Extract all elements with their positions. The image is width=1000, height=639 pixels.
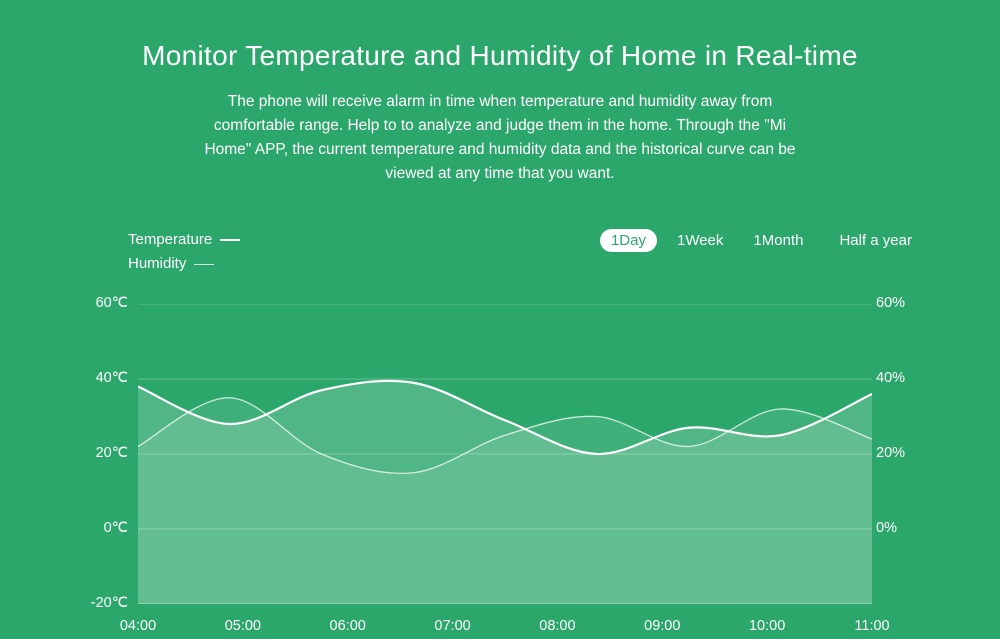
xaxis-tick: 10:00 [749, 618, 785, 634]
xaxis-tick: 04:00 [120, 618, 156, 634]
legend-humidity: Humidity [128, 252, 240, 276]
chart: -20℃0℃20℃40℃60℃0%20%40%60%04:0005:0006:0… [78, 304, 922, 634]
yaxis-left-tick: 60℃ [74, 295, 128, 311]
legend-temperature: Temperature [128, 228, 240, 252]
legend-humidity-label: Humidity [128, 252, 186, 276]
legend-humidity-swatch [194, 264, 214, 265]
tab-1month[interactable]: 1Month [743, 228, 813, 253]
legend-temperature-swatch [220, 239, 240, 242]
range-tabs: 1Day 1Week 1Month Half a year [600, 228, 922, 253]
chart-toolbar: Temperature Humidity 1Day 1Week 1Month H… [0, 228, 1000, 276]
xaxis-tick: 09:00 [644, 618, 680, 634]
yaxis-right-tick: 0% [876, 520, 922, 536]
tab-1day[interactable]: 1Day [600, 229, 657, 252]
tab-1week[interactable]: 1Week [667, 228, 733, 253]
xaxis-tick: 11:00 [854, 618, 889, 634]
xaxis-tick: 08:00 [539, 618, 575, 634]
page-subtitle: The phone will receive alarm in time whe… [190, 90, 810, 186]
xaxis-tick: 06:00 [330, 618, 366, 634]
legend: Temperature Humidity [128, 228, 240, 276]
yaxis-right-tick: 60% [876, 295, 922, 311]
legend-temperature-label: Temperature [128, 228, 212, 252]
page-title: Monitor Temperature and Humidity of Home… [0, 40, 1000, 72]
yaxis-left-tick: 20℃ [74, 445, 128, 461]
tab-half-year[interactable]: Half a year [829, 228, 922, 253]
yaxis-right-tick: 20% [876, 445, 922, 461]
xaxis-tick: 07:00 [434, 618, 470, 634]
yaxis-left-tick: 40℃ [74, 370, 128, 386]
yaxis-right-tick: 40% [876, 370, 922, 386]
yaxis-left-tick: 0℃ [74, 520, 128, 536]
xaxis-tick: 05:00 [225, 618, 261, 634]
yaxis-left-tick: -20℃ [74, 595, 128, 611]
chart-plot-area [138, 304, 872, 604]
